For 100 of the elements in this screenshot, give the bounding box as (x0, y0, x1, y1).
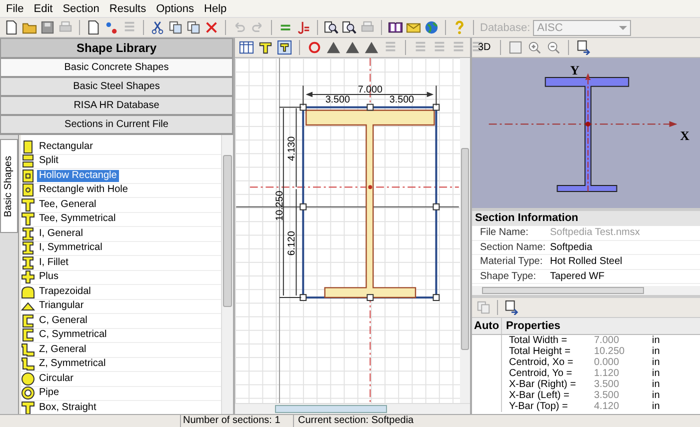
property-name: Centroid, Yo = (508, 368, 574, 379)
dimension-label: 6.120 (286, 231, 298, 256)
axis-label: Y (570, 64, 580, 78)
menu-item[interactable]: Help (201, 2, 230, 14)
shape-icon (21, 314, 35, 328)
property-name: Y-Bar (Top) = (508, 401, 569, 412)
shape-icon (21, 140, 35, 154)
shape-list-item[interactable]: C, General (37, 314, 90, 327)
formula-icon[interactable] (296, 20, 311, 35)
shape-icon (21, 168, 35, 183)
panel-title: Shape Library (0, 38, 233, 58)
dimension-label: 3.500 (389, 94, 414, 106)
shape-list-item[interactable]: C, Symmetrical (37, 329, 109, 342)
shape-icon (21, 226, 35, 241)
book-icon[interactable] (388, 20, 403, 35)
property-unit: in (651, 346, 661, 357)
zoom-in-icon[interactable] (526, 40, 542, 55)
shape-icon (21, 357, 35, 372)
status-text: Number of sections: 1 (180, 415, 293, 427)
shape-list-item[interactable]: Split (37, 155, 60, 168)
library-tab[interactable]: RISA HR Database (0, 96, 233, 115)
copy-icon[interactable] (168, 20, 183, 35)
globe-icon[interactable] (424, 20, 439, 35)
library-tab[interactable]: Basic Steel Shapes (0, 77, 233, 96)
3d-button[interactable]: 3D (476, 42, 493, 53)
shape-icon (21, 372, 35, 386)
menu-item[interactable]: Section (60, 2, 102, 14)
shape-list-item[interactable]: Rectangle with Hole (37, 184, 130, 196)
property-value: 0.000 (593, 357, 620, 368)
shape-list-item[interactable]: Tee, Symmetrical (37, 213, 118, 226)
property-value: 10.250 (593, 346, 626, 357)
mountain-icon[interactable] (345, 40, 360, 55)
field-label: Section Name: (479, 242, 547, 253)
select-icon[interactable] (277, 40, 292, 55)
mountain-icon[interactable] (326, 40, 341, 55)
property-unit: in (651, 335, 661, 346)
shape-list-item[interactable]: Rectangular (37, 140, 95, 153)
shape-list-item[interactable]: Plus (37, 271, 60, 284)
shape-list-item[interactable]: I, Symmetrical (37, 242, 104, 254)
shape-list-item[interactable]: I, General (37, 228, 85, 240)
shape-list-item[interactable]: Trapezoidal (37, 286, 93, 298)
field-value: Hot Rolled Steel (550, 256, 622, 268)
menu-item[interactable]: File (3, 2, 27, 14)
shape-list-item[interactable]: Z, Symmetrical (37, 358, 108, 370)
tee-icon[interactable] (258, 40, 273, 55)
library-tab[interactable]: Sections in Current File (0, 115, 233, 134)
new-file-icon[interactable] (4, 20, 19, 35)
export-icon[interactable] (576, 40, 591, 55)
paste-icon[interactable] (186, 20, 201, 35)
shape-list-item[interactable]: Box, Straight (37, 402, 98, 414)
axis-label: X (680, 128, 690, 143)
property-value: 1.120 (593, 368, 620, 379)
property-unit: in (651, 368, 661, 379)
save-icon[interactable] (40, 20, 55, 35)
shape-icon (21, 256, 35, 270)
scissors-icon[interactable] (150, 20, 165, 35)
property-name: X-Bar (Left) = (508, 390, 570, 401)
property-name: Total Width = (508, 335, 568, 346)
fit-icon[interactable] (508, 40, 523, 55)
shape-list-item[interactable]: Hollow Rectangle (37, 170, 119, 182)
field-value: Softpedia (550, 242, 592, 253)
dimension-label: 7.000 (358, 84, 382, 96)
property-name: X-Bar (Right) = (508, 379, 577, 390)
shape-list-item[interactable]: Circular (37, 372, 76, 385)
document-icon[interactable] (86, 20, 101, 35)
shape-icon (21, 342, 35, 357)
shape-list-item[interactable]: Pipe (37, 387, 62, 400)
menu-item[interactable]: Results (106, 2, 150, 14)
shape-icon (21, 284, 35, 299)
menu-item[interactable]: Options (153, 2, 198, 14)
shape-list-item[interactable]: I, Fillet (37, 256, 70, 269)
zoom-out-icon[interactable] (546, 40, 561, 55)
library-tab[interactable]: Basic Concrete Shapes (0, 58, 233, 77)
scrollbar[interactable] (460, 58, 470, 403)
shape-icon (21, 328, 35, 342)
export-icon[interactable] (504, 300, 519, 315)
zoom-icon[interactable] (324, 20, 339, 35)
property-unit: in (651, 401, 661, 412)
property-value: 4.120 (593, 401, 620, 412)
property-value: 7.000 (593, 335, 620, 346)
shape-icon (21, 270, 35, 284)
scrollbar[interactable] (221, 135, 233, 414)
drawing-canvas[interactable]: 7.000 3.500 3.500 4.130 10.250 6.120 (235, 58, 470, 403)
property-value: 3.500 (593, 390, 620, 401)
grid-icon[interactable] (239, 40, 254, 55)
scrollbar[interactable] (472, 286, 700, 295)
shape-icon (21, 154, 35, 168)
field-label: Material Type: (479, 256, 544, 268)
shape-icon (21, 183, 35, 198)
side-tab[interactable]: Basic Shapes (0, 139, 18, 233)
shape-list-item[interactable]: Tee, General (37, 198, 98, 211)
status-text: Current section: Softpedia (293, 415, 414, 427)
menu-item[interactable]: Edit (30, 2, 56, 14)
shape-list-item[interactable]: Triangular (37, 300, 86, 312)
property-unit: in (651, 357, 661, 368)
scrollbar[interactable] (235, 403, 470, 414)
zoom-icon[interactable] (342, 20, 357, 35)
delete-icon[interactable] (204, 20, 219, 35)
shape-icon (21, 241, 35, 256)
shape-list-item[interactable]: Z, General (37, 344, 88, 356)
